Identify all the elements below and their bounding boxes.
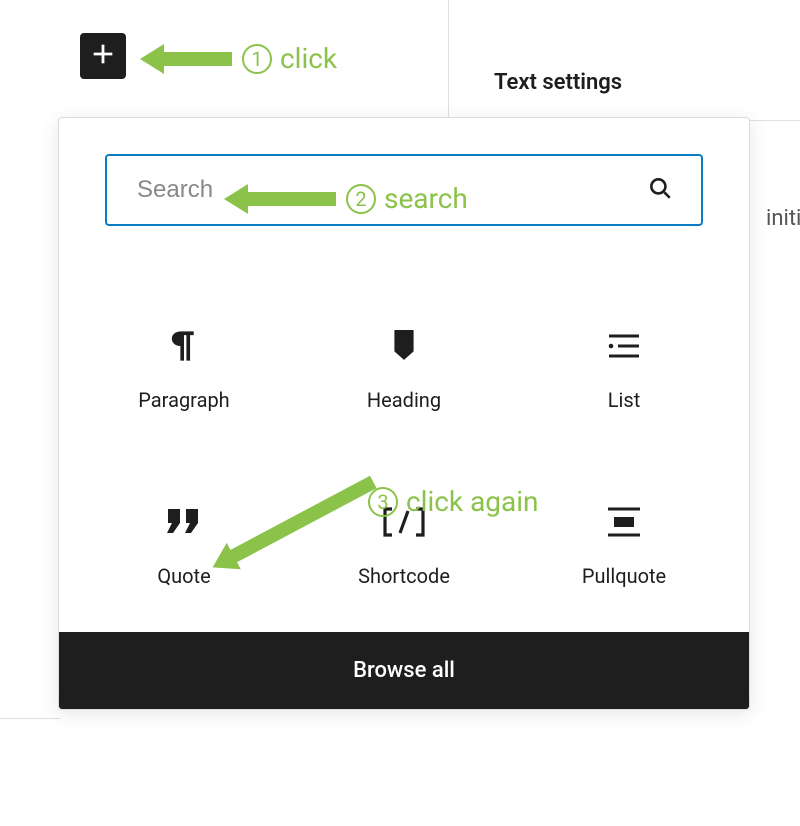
block-label: Pullquote (582, 564, 666, 588)
block-label: Shortcode (358, 564, 450, 588)
quote-icon (164, 502, 204, 542)
block-pullquote[interactable]: Pullquote (519, 502, 729, 588)
block-label: Paragraph (138, 388, 229, 412)
add-block-button[interactable] (80, 33, 126, 79)
block-grid: Paragraph Heading List (59, 246, 749, 632)
search-icon (647, 175, 673, 205)
block-heading[interactable]: Heading (299, 326, 509, 412)
block-label: List (608, 388, 641, 412)
block-inserter-popover: Paragraph Heading List (58, 117, 750, 710)
pullquote-icon (606, 502, 642, 542)
shortcode-icon (382, 502, 426, 542)
block-paragraph[interactable]: Paragraph (79, 326, 289, 412)
block-label: Heading (367, 388, 441, 412)
plus-icon (89, 40, 117, 72)
search-field-wrapper[interactable] (105, 154, 703, 226)
text-settings-heading: Text settings (494, 70, 622, 95)
annotation-step-1: 1 click (162, 42, 337, 75)
block-shortcode[interactable]: Shortcode (299, 502, 509, 588)
block-label: Quote (157, 564, 210, 588)
sidebar-truncated-text: initia (766, 206, 800, 231)
browse-all-label: Browse all (353, 658, 455, 683)
browse-all-button[interactable]: Browse all (59, 632, 749, 709)
block-list[interactable]: List (519, 326, 729, 412)
divider-vertical (448, 0, 449, 120)
list-icon (607, 326, 641, 366)
divider-horizontal-left (0, 718, 60, 719)
heading-icon (391, 326, 417, 366)
paragraph-icon (169, 326, 199, 366)
search-input[interactable] (135, 175, 647, 205)
